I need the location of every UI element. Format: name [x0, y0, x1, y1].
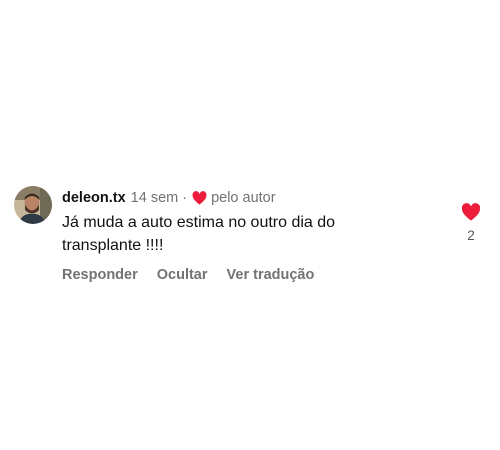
avatar[interactable]: [14, 186, 52, 224]
comment-text: Já muda a auto estima no outro dia do tr…: [62, 211, 452, 257]
comment-meta: deleon.tx 14 sem · pelo autor: [62, 186, 452, 210]
comment-actions: Responder Ocultar Ver tradução: [62, 267, 452, 283]
timestamp: 14 sem: [130, 190, 179, 206]
like-column: 2: [460, 203, 482, 243]
like-count: 2: [467, 228, 475, 243]
translate-button[interactable]: Ver tradução: [227, 267, 315, 283]
heart-icon[interactable]: [461, 203, 481, 221]
comment: deleon.tx 14 sem · pelo autor Já muda a …: [14, 186, 486, 286]
reply-button[interactable]: Responder: [62, 267, 138, 283]
heart-icon: [192, 191, 207, 205]
separator-dot: ·: [182, 190, 188, 206]
comment-body: deleon.tx 14 sem · pelo autor Já muda a …: [62, 186, 452, 283]
comment-text-line: transplante !!!!: [62, 237, 164, 254]
username[interactable]: deleon.tx: [62, 190, 126, 206]
liked-by-author-label: pelo autor: [211, 190, 276, 206]
avatar-image: [14, 186, 52, 224]
comment-text-line: Já muda a auto estima no outro dia do: [62, 214, 336, 231]
hide-button[interactable]: Ocultar: [157, 267, 208, 283]
